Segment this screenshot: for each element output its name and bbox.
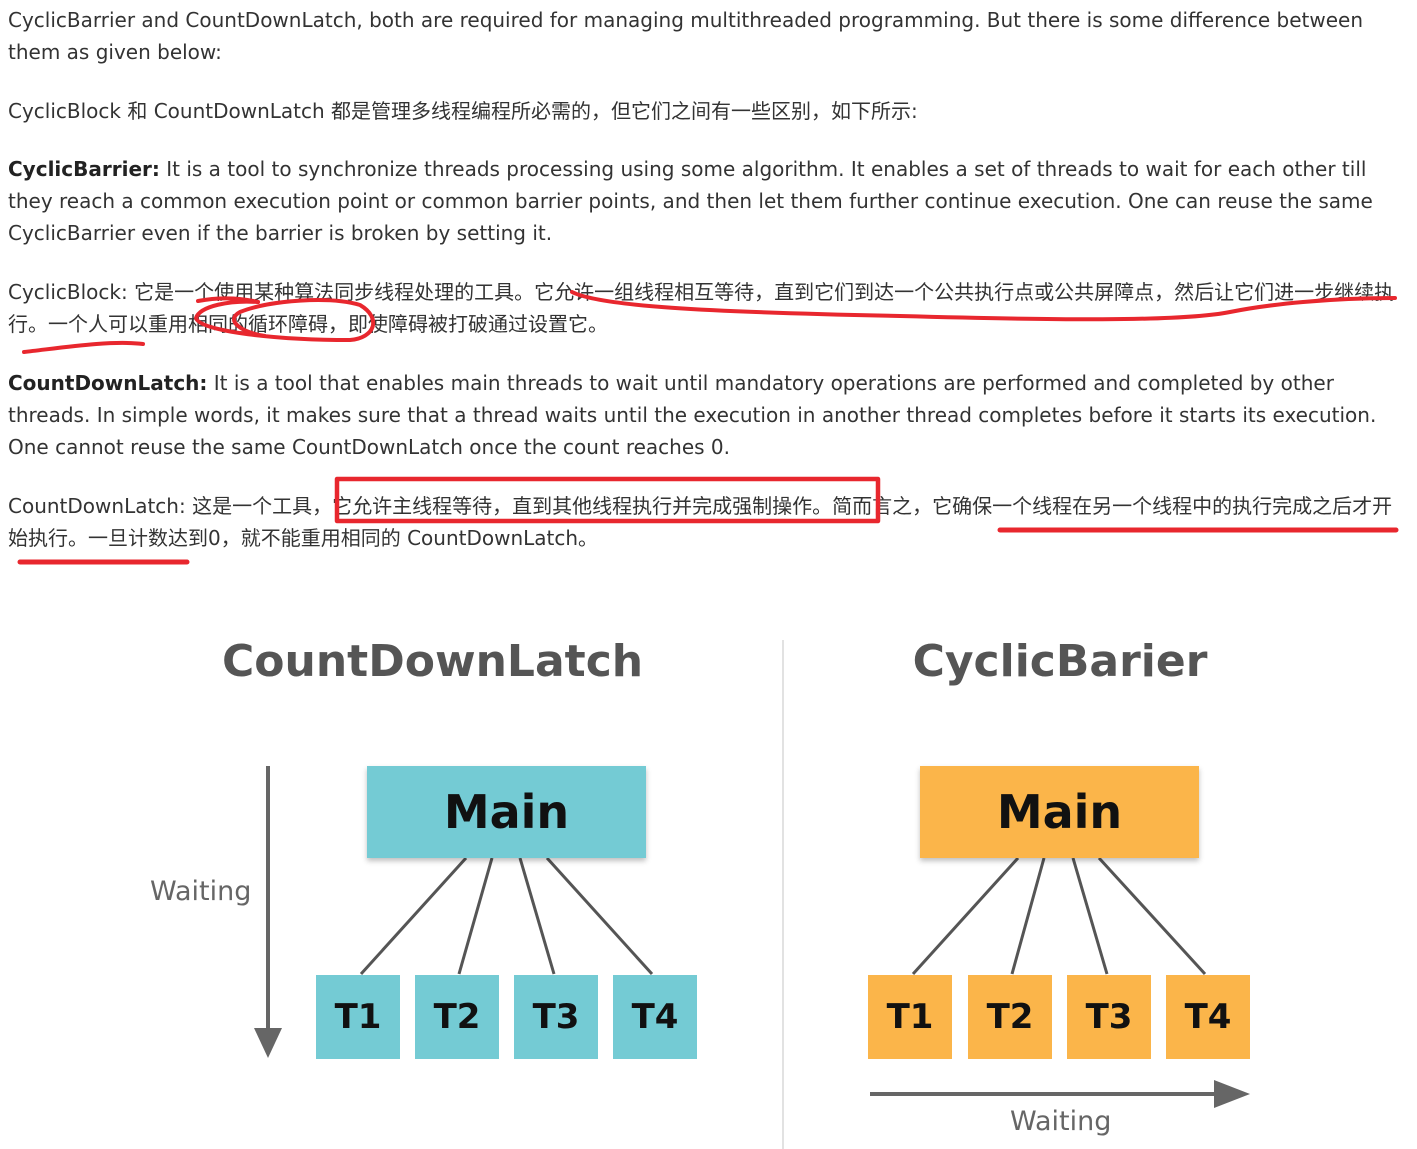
cyclicbarrier-term: CyclicBarrier: <box>8 157 160 181</box>
intro-paragraph: CyclicBarrier and CountDownLatch, both a… <box>8 8 1364 64</box>
countdownlatch-diagram-title: CountDownLatch <box>222 636 644 687</box>
cyclicbarrier-paragraph: CyclicBarrier: It is a tool to synchroni… <box>8 153 1403 249</box>
thread-box-t3: T3 <box>1067 975 1151 1059</box>
diagram-divider <box>782 640 784 1149</box>
waiting-label: Waiting <box>150 876 252 907</box>
main-thread-box: Main <box>920 766 1199 858</box>
waiting-arrow-down <box>254 766 282 1058</box>
thread-box-t1: T1 <box>868 975 952 1059</box>
thread-box-t3: T3 <box>514 975 598 1059</box>
countdownlatch-term: CountDownLatch: <box>8 371 208 395</box>
thread-box-t2: T2 <box>968 975 1052 1059</box>
translation-lead: CountDownLatch: 这是一个工具， <box>8 494 333 518</box>
cyclicbarrier-translation: CyclicBlock: 它是一个使用某种算法同步线程处理的工具。它允许一组线程… <box>8 280 1395 336</box>
thread-box-t4: T4 <box>1166 975 1250 1059</box>
intro-paragraph-translation: CyclicBlock 和 CountDownLatch 都是管理多线程编程所必… <box>8 99 918 123</box>
main-thread-box: Main <box>367 766 646 858</box>
countdownlatch-translation: CountDownLatch: 这是一个工具，它允许主线程等待，直到其他线程执行… <box>8 490 1403 554</box>
thread-box-t2: T2 <box>415 975 499 1059</box>
thread-box-t4: T4 <box>613 975 697 1059</box>
countdownlatch-description: It is a tool that enables main threads t… <box>8 371 1377 459</box>
waiting-arrow-right <box>870 1080 1250 1108</box>
cyclicbarier-diagram-title: CyclicBarier <box>912 636 1208 687</box>
underline-stroke <box>22 340 145 354</box>
waiting-label: Waiting <box>1010 1106 1112 1137</box>
cyclicbarrier-description: It is a tool to synchronize threads proc… <box>8 157 1373 245</box>
countdownlatch-paragraph: CountDownLatch: It is a tool that enable… <box>8 367 1403 463</box>
boxed-highlight-text: 它允许主线程等待，直到其他线程执行并完成强制操作。 <box>332 494 833 518</box>
thread-box-t1: T1 <box>316 975 400 1059</box>
